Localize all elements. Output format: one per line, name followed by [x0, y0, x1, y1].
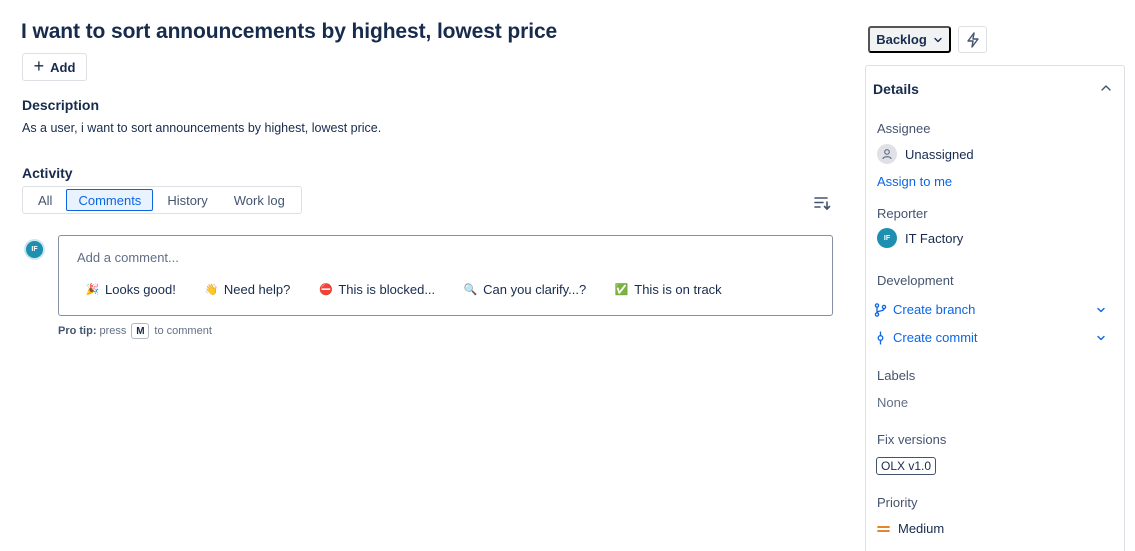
magnifier-icon: 🔍 — [463, 284, 478, 296]
priority-medium-icon — [877, 525, 890, 532]
quick-reply-label: Looks good! — [105, 282, 176, 297]
check-mark-icon: ✅ — [614, 284, 629, 296]
priority-value: Medium — [898, 521, 945, 536]
pro-tip: Pro tip: press M to comment — [58, 323, 212, 339]
automation-button[interactable] — [958, 26, 987, 53]
assignee-label: Assignee — [877, 121, 931, 136]
assignee-value: Unassigned — [905, 146, 974, 162]
quick-reply-need-help[interactable]: 👋 Need help? — [205, 282, 291, 297]
create-commit-button[interactable]: Create commit — [874, 330, 1106, 345]
no-entry-icon: ⛔ — [319, 284, 333, 296]
development-label: Development — [877, 273, 954, 288]
labels-label: Labels — [877, 368, 916, 383]
tab-work-log[interactable]: Work log — [222, 189, 297, 211]
labels-value[interactable]: None — [877, 395, 908, 410]
comment-editor[interactable]: Add a comment... 🎉 Looks good! 👋 Need he… — [58, 235, 833, 316]
details-panel: Details Assignee Unassigned Assign to me… — [865, 65, 1125, 551]
create-branch-button[interactable]: Create branch — [874, 302, 1106, 317]
description-heading: Description — [22, 97, 100, 113]
quick-reply-label: Need help? — [223, 282, 291, 297]
quick-reply-on-track[interactable]: ✅ This is on track — [614, 282, 722, 297]
pro-tip-press: press — [99, 325, 127, 337]
add-button-label: Add — [50, 59, 76, 75]
plus-icon: + — [33, 56, 45, 76]
assign-to-me-link[interactable]: Assign to me — [877, 174, 952, 189]
quick-reply-blocked[interactable]: ⛔ This is blocked... — [319, 282, 435, 297]
avatar: IF — [877, 228, 897, 248]
details-heading[interactable]: Details — [873, 81, 919, 97]
create-branch-label: Create branch — [893, 302, 976, 317]
comment-placeholder[interactable]: Add a comment... — [77, 250, 179, 265]
branch-icon — [874, 302, 887, 317]
priority-field[interactable]: Medium — [877, 521, 944, 536]
keyboard-shortcut-key: M — [131, 323, 150, 339]
waving-hand-icon: 👋 — [204, 284, 219, 296]
activity-heading: Activity — [22, 165, 73, 181]
issue-title[interactable]: I want to sort announcements by highest,… — [21, 20, 557, 44]
commit-icon — [877, 331, 884, 344]
reporter-value: IT Factory — [905, 230, 964, 246]
avatar: IF — [24, 239, 45, 260]
status-dropdown[interactable]: Backlog — [868, 26, 951, 53]
quick-reply-label: This is on track — [634, 282, 722, 297]
quick-reply-clarify[interactable]: 🔍 Can you clarify...? — [464, 282, 586, 297]
priority-label: Priority — [877, 495, 918, 510]
sort-icon[interactable] — [813, 194, 831, 212]
tab-history[interactable]: History — [155, 189, 219, 211]
chevron-down-icon — [1097, 307, 1105, 312]
description-text[interactable]: As a user, i want to sort announcements … — [22, 121, 381, 135]
quick-reply-label: This is blocked... — [338, 282, 436, 297]
user-icon — [877, 144, 897, 164]
party-popper-icon: 🎉 — [85, 284, 100, 296]
assignee-field[interactable]: Unassigned — [877, 144, 974, 164]
add-button[interactable]: + Add — [22, 53, 87, 81]
chevron-down-icon — [934, 37, 942, 42]
quick-reply-looks-good[interactable]: 🎉 Looks good! — [86, 282, 176, 297]
chevron-down-icon — [1097, 335, 1105, 340]
tab-all[interactable]: All — [26, 189, 64, 211]
fix-versions-label: Fix versions — [877, 432, 947, 447]
pro-tip-suffix: to comment — [154, 325, 212, 337]
reporter-field[interactable]: IF IT Factory — [877, 228, 963, 248]
issue-view: I want to sort announcements by highest,… — [0, 0, 1135, 551]
pro-tip-label: Pro tip: — [58, 325, 97, 337]
chevron-up-icon[interactable] — [1099, 81, 1113, 95]
fix-version-tag[interactable]: OLX v1.0 — [876, 457, 937, 475]
create-commit-label: Create commit — [893, 330, 978, 345]
quick-replies: 🎉 Looks good! 👋 Need help? ⛔ This is blo… — [86, 282, 722, 297]
activity-tabs: All Comments History Work log — [22, 186, 302, 214]
status-label: Backlog — [876, 32, 927, 47]
lightning-bolt-icon — [966, 31, 979, 48]
tab-comments[interactable]: Comments — [66, 189, 154, 211]
quick-reply-label: Can you clarify...? — [483, 282, 587, 297]
reporter-label: Reporter — [877, 206, 928, 221]
